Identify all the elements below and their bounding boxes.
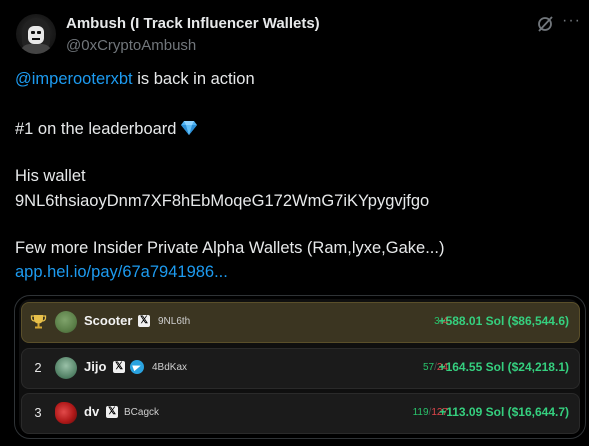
avatar	[55, 402, 77, 424]
x-icon: 𝕏	[106, 406, 118, 418]
wins: 57	[422, 362, 435, 373]
telegram-icon	[130, 360, 144, 374]
pnl: +588.01 Sol ($86,544.6)	[438, 314, 569, 328]
wallet-address: 9NL6thsiaoyDnm7XF8hEbMoqeG172WmG7iKYpygv…	[15, 192, 430, 210]
leaderboard-row: 2 Jijo 𝕏 4BdKax 57/24 +164.55 Sol ($24,2…	[21, 348, 580, 389]
avatar[interactable]	[16, 14, 56, 54]
leaderboard: Scooter 𝕏 9NL6th 3/4 +588.01 Sol ($86,54…	[19, 299, 580, 434]
pnl: +113.09 Sol ($16,644.7)	[439, 405, 569, 419]
trophy-icon	[30, 315, 47, 329]
leaderboard-row: 3 dv 𝕏 BCagck 119/127 +113.09 Sol ($16,6…	[21, 393, 580, 434]
wallet-short: 9NL6th	[158, 316, 191, 327]
trader-name: dv	[84, 404, 100, 419]
tweet-text: #1 on the leaderboard	[15, 120, 177, 138]
wins: 119	[412, 407, 429, 418]
more-icon[interactable]: ···	[562, 13, 580, 32]
mention-link[interactable]: @imperooterxbt	[15, 70, 133, 88]
pnl: +164.55 Sol ($24,218.1)	[438, 360, 569, 374]
tweet-line-1: @imperooterxbt is back in action	[15, 70, 255, 89]
leaderboard-image[interactable]: Scooter 𝕏 9NL6th 3/4 +588.01 Sol ($86,54…	[14, 295, 586, 439]
tweet-line-2: #1 on the leaderboard	[15, 120, 198, 139]
rank: 2	[34, 360, 42, 375]
gem-icon	[181, 121, 198, 135]
rank: 3	[34, 405, 42, 420]
wallet-short: BCagck	[124, 407, 160, 418]
display-name[interactable]: Ambush (I Track Influencer Wallets)	[66, 15, 320, 32]
trader-name: Scooter	[84, 313, 133, 328]
handle[interactable]: @0xCryptoAmbush	[66, 37, 196, 54]
avatar	[55, 311, 77, 333]
trader-name: Jijo	[84, 359, 107, 374]
wallet-short: 4BdKax	[152, 362, 188, 373]
leaderboard-row: Scooter 𝕏 9NL6th 3/4 +588.01 Sol ($86,54…	[21, 302, 580, 343]
x-icon: 𝕏	[113, 361, 125, 373]
x-icon: 𝕏	[138, 315, 150, 327]
tweet: Ambush (I Track Influencer Wallets) @0xC…	[0, 0, 589, 446]
tweet-line-3: His wallet	[15, 167, 86, 185]
tweet-text: is back in action	[132, 70, 255, 88]
tweet-line-5: Few more Insider Private Alpha Wallets (…	[15, 239, 445, 257]
avatar	[55, 357, 77, 379]
helio-link[interactable]: app.hel.io/pay/67a7941986...	[15, 263, 228, 282]
grok-icon[interactable]	[536, 15, 554, 33]
